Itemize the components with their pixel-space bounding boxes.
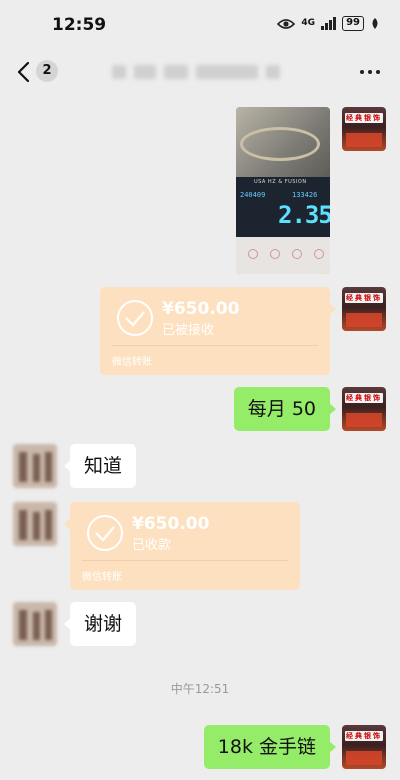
- status-icons: 4G 99: [277, 16, 380, 31]
- transfer-caption: 微信转账: [82, 572, 122, 583]
- message-bubble-received[interactable]: 知道: [63, 444, 137, 488]
- message-bubble-received[interactable]: 谢谢: [63, 602, 137, 646]
- transfer-received-card[interactable]: ¥650.00 已收款 微信转账: [64, 502, 300, 590]
- transfer-caption: 微信转账: [112, 357, 152, 368]
- scale-weight-reading: 2.35: [278, 201, 330, 229]
- check-circle-icon: [87, 515, 123, 551]
- contact-avatar[interactable]: [13, 444, 57, 488]
- chat-timestamp: 中午12:51: [170, 682, 230, 696]
- scale-reading-right: 133426: [292, 191, 318, 199]
- self-avatar[interactable]: 经典银饰: [342, 725, 386, 769]
- eye-icon: [277, 18, 296, 29]
- photo-scale-display: USA HZ & FUSION 240409 133426 2.35: [236, 177, 330, 237]
- more-options-icon[interactable]: [360, 70, 380, 74]
- contact-avatar[interactable]: [13, 602, 57, 646]
- transfer-amount: ¥650.00: [162, 299, 240, 319]
- scale-brand-text: USA HZ & FUSION: [254, 179, 307, 185]
- photo-scale-buttons: [236, 237, 330, 274]
- battery-indicator: 99: [342, 16, 364, 31]
- unread-count-badge[interactable]: 2: [36, 60, 58, 82]
- status-time: 12:59: [52, 15, 107, 35]
- network-label: 4G: [301, 18, 316, 28]
- transfer-amount: ¥650.00: [132, 514, 210, 534]
- avatar-sign-text: 经典银饰: [346, 114, 382, 122]
- self-avatar[interactable]: 经典银饰: [342, 387, 386, 431]
- leaf-icon: [372, 18, 378, 29]
- chat-header: 2: [0, 50, 400, 94]
- status-bar: 12:59 4G 99: [0, 0, 400, 50]
- transfer-status: 已被接收: [162, 323, 215, 338]
- back-arrow-icon[interactable]: [14, 61, 34, 83]
- self-avatar[interactable]: 经典银饰: [342, 107, 386, 151]
- photo-tray: [236, 107, 330, 177]
- avatar-sign-text: 经典银饰: [346, 294, 382, 302]
- transfer-divider: [112, 345, 318, 346]
- check-circle-icon: [117, 300, 153, 336]
- avatar-sign-text: 经典银饰: [346, 732, 382, 740]
- message-bubble-sent[interactable]: 18k 金手链: [203, 725, 337, 769]
- transfer-divider: [82, 560, 288, 561]
- self-avatar[interactable]: 经典银饰: [342, 287, 386, 331]
- photo-bracelet: [240, 127, 320, 161]
- scale-photo-message[interactable]: USA HZ & FUSION 240409 133426 2.35: [236, 107, 330, 274]
- contact-avatar[interactable]: [13, 502, 57, 546]
- signal-icon: [321, 17, 337, 30]
- chat-title-obscured: [112, 62, 282, 82]
- scale-reading-left: 240409: [240, 191, 266, 199]
- message-bubble-sent[interactable]: 每月 50: [233, 387, 337, 431]
- avatar-sign-text: 经典银饰: [346, 394, 382, 402]
- transfer-sent-card[interactable]: ¥650.00 已被接收 微信转账: [100, 287, 336, 375]
- transfer-status: 已收款: [132, 538, 172, 553]
